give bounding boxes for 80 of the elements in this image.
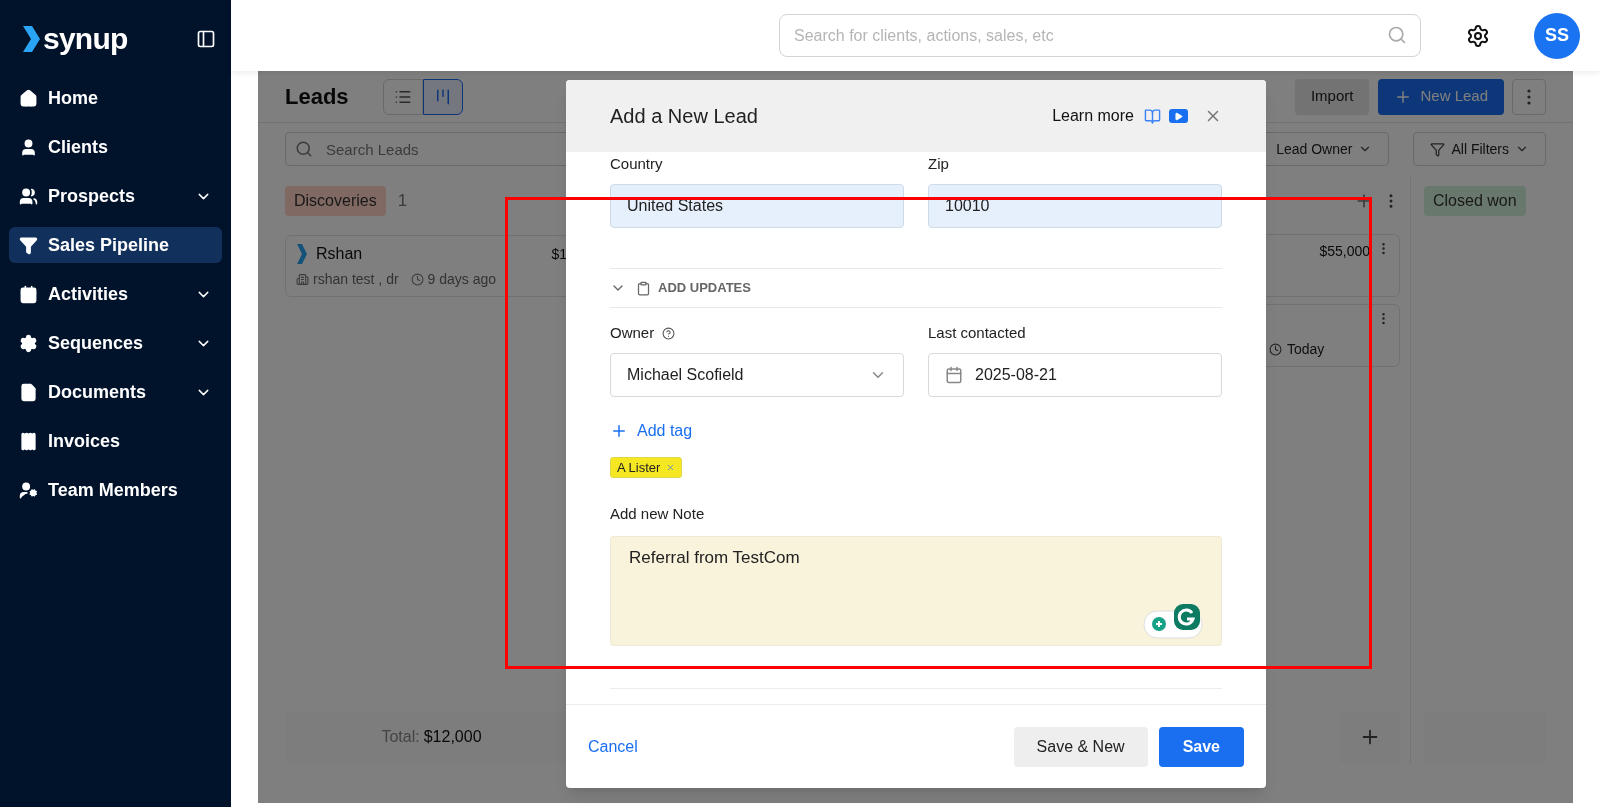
- grammarly-widget-icon[interactable]: [1143, 602, 1203, 639]
- field-label: Owner: [610, 322, 655, 343]
- home-icon: [19, 88, 38, 108]
- nav-item[interactable]: Sales Pipeline: [9, 227, 222, 263]
- dialog-title: Add a New Lead: [610, 104, 759, 129]
- nav-label: Team Members: [48, 478, 179, 502]
- nav-item[interactable]: Team Members: [9, 472, 222, 508]
- document-icon: [19, 382, 38, 402]
- lead-time: Today: [1287, 340, 1325, 359]
- stage-label: Discoveries: [285, 186, 386, 216]
- search-icon: [295, 140, 313, 158]
- nav-label: Home: [48, 86, 99, 110]
- nav-item[interactable]: Activities: [9, 276, 222, 312]
- stage-label: Closed won: [1424, 186, 1526, 216]
- clipboard-icon: [636, 280, 651, 296]
- nav-label: Prospects: [48, 184, 137, 208]
- note-field[interactable]: Referral from TestCom: [610, 535, 1222, 646]
- calendar-icon: [945, 366, 963, 384]
- nav-item[interactable]: Sequences: [9, 325, 222, 361]
- clock-icon: [410, 273, 424, 286]
- input-field[interactable]: United States: [610, 184, 904, 228]
- calendar-icon: [19, 284, 38, 304]
- field-label: Zip: [928, 153, 949, 174]
- list-view-toggle[interactable]: [382, 78, 423, 115]
- field-label: Add new Note: [610, 504, 706, 524]
- nav-item[interactable]: Clients: [9, 129, 222, 165]
- field-label: Country: [610, 153, 663, 174]
- avatar[interactable]: SS: [1534, 12, 1580, 59]
- add-tag-link[interactable]: Add tag: [610, 419, 693, 443]
- learn-more-link[interactable]: Learn more: [1052, 104, 1134, 128]
- stage-count: 1: [397, 190, 408, 213]
- person-icon: [19, 137, 38, 157]
- settings-icon[interactable]: [1466, 23, 1490, 48]
- import-button[interactable]: Import: [1294, 78, 1370, 115]
- people-icon: [19, 186, 38, 206]
- lead-logo-icon: [296, 244, 308, 264]
- nav-label: Invoices: [48, 429, 122, 453]
- collapse-sidebar-icon[interactable]: [196, 29, 216, 49]
- lead-amount: $1: [551, 244, 567, 264]
- logo-chevron-icon: [21, 26, 41, 52]
- building-icon: [296, 273, 309, 286]
- section-title: ADD UPDATES: [658, 279, 751, 298]
- search-field[interactable]: Search for clients, actions, sales, etc: [779, 14, 1421, 57]
- video-icon[interactable]: [1169, 109, 1188, 123]
- cancel-link[interactable]: Cancel: [588, 734, 1014, 759]
- clock-icon: [1269, 343, 1282, 356]
- nav-item[interactable]: Invoices: [9, 423, 222, 459]
- board-view-toggle[interactable]: [422, 78, 463, 115]
- help-icon[interactable]: [662, 326, 676, 340]
- nav-item[interactable]: Home: [9, 80, 222, 116]
- page-title: Leads: [285, 83, 349, 111]
- lead-name: Rshan: [316, 244, 363, 264]
- funnel-icon: [19, 235, 38, 255]
- nav-label: Clients: [48, 135, 109, 159]
- field-label: Last contacted: [928, 322, 1026, 343]
- search-icon: [1387, 25, 1407, 45]
- nav-item[interactable]: Documents: [9, 374, 222, 410]
- lead-company: rshan test , dr: [313, 270, 399, 289]
- remove-tag-icon[interactable]: [666, 463, 676, 472]
- save-button[interactable]: Save: [1158, 726, 1244, 767]
- nav-label: Sales Pipeline: [48, 233, 171, 257]
- filter-icon: [1430, 141, 1446, 157]
- total-label: Total:: [381, 727, 420, 747]
- tag-chip: A Lister: [610, 457, 683, 478]
- filter-dropdown[interactable]: All Filters: [1413, 132, 1546, 166]
- more-icon: [1527, 88, 1531, 105]
- owner-dropdown[interactable]: Michael Scofield: [610, 353, 904, 397]
- input-field[interactable]: 2025-08-21: [928, 353, 1222, 397]
- nav-item[interactable]: Prospects: [9, 178, 222, 214]
- nav-label: Documents: [48, 380, 147, 404]
- book-icon[interactable]: [1144, 107, 1161, 125]
- logo-text: synup: [43, 24, 128, 54]
- total-value: $12,000: [423, 727, 482, 747]
- team-icon: [19, 480, 38, 500]
- nav-label: Activities: [48, 282, 130, 306]
- save-and-new-button[interactable]: Save & New: [1013, 726, 1148, 767]
- plus-icon: [610, 422, 628, 440]
- lead-amount: $55,000: [1319, 242, 1370, 261]
- nav-label: Sequences: [48, 331, 145, 355]
- lead-time: 9 days ago: [427, 270, 497, 289]
